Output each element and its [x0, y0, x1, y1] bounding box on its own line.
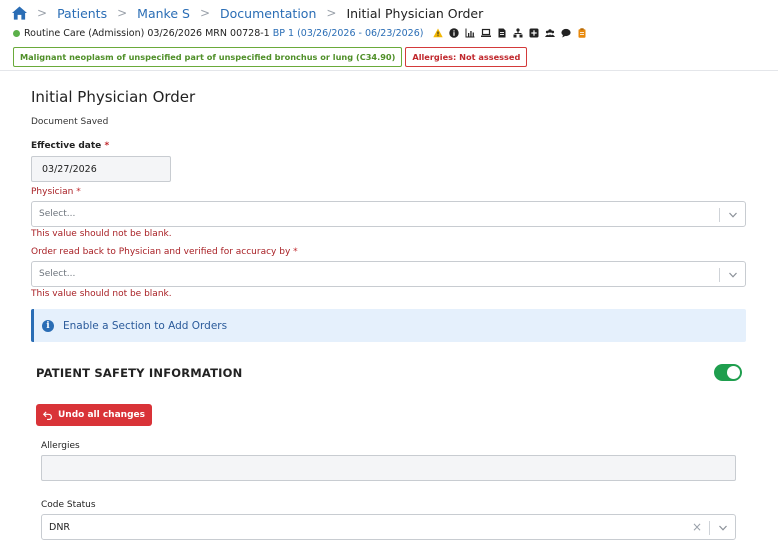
info-circle-icon: i [42, 319, 54, 332]
effective-date-label-text: Effective date [31, 141, 102, 151]
allergies-label: Allergies [41, 441, 80, 451]
physician-label-text: Physician [31, 187, 74, 197]
chevron-right-icon: > [326, 6, 337, 20]
code-status-value: DNR [49, 521, 71, 533]
chevron-right-icon: > [117, 6, 128, 20]
physician-error: This value should not be blank. [31, 229, 172, 239]
info-icon[interactable] [449, 28, 460, 38]
breadcrumb-current: Initial Physician Order [346, 5, 484, 21]
physician-placeholder: Select... [39, 209, 76, 219]
read-back-error: This value should not be blank. [31, 289, 172, 299]
plus-square-icon[interactable] [529, 28, 539, 38]
select-divider [709, 521, 710, 535]
section-toggle[interactable] [714, 364, 742, 381]
document-icon[interactable] [497, 28, 507, 38]
info-alert: i Enable a Section to Add Orders [31, 309, 746, 342]
code-status-label: Code Status [41, 500, 96, 510]
episode-summary: Routine Care (Admission) 03/26/2026 MRN … [24, 27, 270, 39]
read-back-placeholder: Select... [39, 269, 76, 279]
effective-date-field[interactable]: 03/27/2026 [31, 156, 171, 182]
chevron-right-icon: > [199, 6, 210, 20]
chevron-down-icon[interactable] [728, 210, 738, 220]
chart-icon[interactable] [465, 28, 475, 38]
allergies-badge[interactable]: Allergies: Not assessed [405, 47, 528, 67]
required-marker: * [76, 187, 81, 197]
diagnosis-badge[interactable]: Malignant neoplasm of unspecified part o… [13, 47, 403, 67]
undo-all-changes-label: Undo all changes [58, 410, 145, 420]
allergies-field[interactable] [41, 455, 736, 481]
breadcrumb-patients[interactable]: Patients [57, 6, 107, 21]
breadcrumb-documentation[interactable]: Documentation [220, 6, 316, 21]
undo-icon [43, 410, 52, 420]
patient-toolbar [427, 28, 587, 38]
chevron-down-icon[interactable] [718, 523, 728, 533]
chevron-down-icon[interactable] [728, 270, 738, 280]
group-icon[interactable] [545, 28, 556, 38]
read-back-label: Order read back to Physician and verifie… [31, 247, 298, 257]
section-title-patient-safety: PATIENT SAFETY INFORMATION [36, 366, 243, 380]
benefit-period-link[interactable]: BP 1 (03/26/2026 - 06/23/2026) [273, 28, 424, 39]
document-status: Document Saved [31, 117, 109, 127]
breadcrumb: > Patients > Manke S > Documentation > I… [12, 4, 483, 22]
patient-info-row: Routine Care (Admission) 03/26/2026 MRN … [13, 26, 587, 40]
undo-all-changes-button[interactable]: Undo all changes [36, 404, 152, 426]
info-alert-text: Enable a Section to Add Orders [63, 319, 228, 332]
breadcrumb-patient-name[interactable]: Manke S [137, 6, 190, 21]
code-status-select[interactable]: DNR × [41, 514, 736, 540]
page-title: Initial Physician Order [31, 88, 196, 106]
select-divider [719, 268, 720, 282]
effective-date-label: Effective date * [31, 141, 109, 151]
home-icon[interactable] [12, 6, 27, 20]
laptop-icon[interactable] [481, 28, 492, 38]
status-dot [13, 29, 20, 37]
toggle-knob [727, 366, 740, 379]
chevron-right-icon: > [37, 6, 48, 20]
select-divider [719, 208, 720, 222]
physician-select[interactable]: Select... [31, 201, 746, 227]
page-header: > Patients > Manke S > Documentation > I… [0, 0, 778, 71]
read-back-label-text: Order read back to Physician and verifie… [31, 247, 291, 257]
patient-tags: Malignant neoplasm of unspecified part o… [13, 47, 528, 67]
read-back-select[interactable]: Select... [31, 261, 746, 287]
clear-icon[interactable]: × [692, 520, 702, 534]
physician-label: Physician * [31, 187, 81, 197]
required-marker: * [293, 247, 298, 257]
clipboard-icon[interactable] [577, 28, 587, 38]
org-chart-icon[interactable] [513, 28, 523, 38]
chat-icon[interactable] [561, 28, 572, 38]
warning-icon[interactable] [433, 28, 444, 38]
required-marker: * [104, 141, 110, 151]
